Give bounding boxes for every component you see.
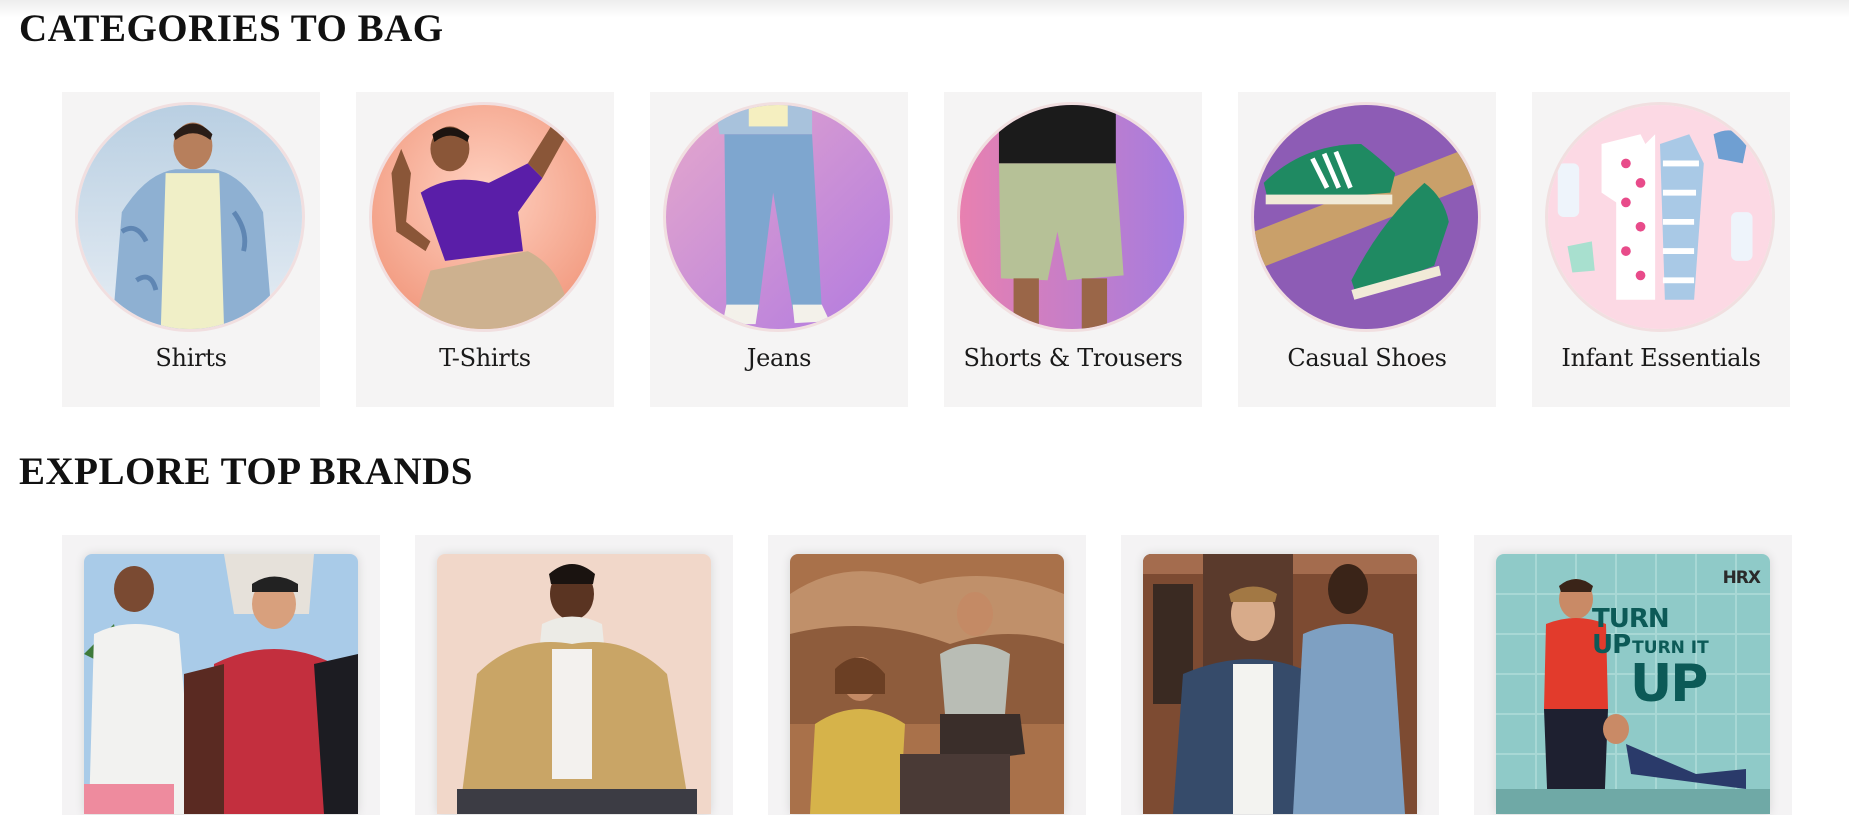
hrx-slogan-line3: UP [1630,654,1708,714]
brand-card-outdoor[interactable] [768,535,1086,815]
infant-photo [1545,102,1775,332]
category-card-jeans[interactable]: Jeans [650,92,908,407]
categories-row: Shirts T-Shirts Jeans Shorts & Trousers … [62,92,1790,407]
category-label: Shirts [155,344,227,372]
shoes-photo [1251,102,1481,332]
brand-card-denim[interactable] [1121,535,1439,815]
sportswear-brand-photo [84,554,358,814]
brand-card-sportswear[interactable] [62,535,380,815]
category-card-shirts[interactable]: Shirts [62,92,320,407]
hrx-logo: HRX [1722,568,1761,588]
brands-row: HRX TURN UP TURN IT UP [62,535,1792,815]
category-label: Jeans [746,344,812,372]
brands-section-title: EXPLORE TOP BRANDS [19,450,473,493]
category-card-infant-essentials[interactable]: Infant Essentials [1532,92,1790,407]
brand-card-casual-jacket[interactable] [415,535,733,815]
hrx-slogan-line2: UP [1592,630,1631,660]
category-card-shorts-trousers[interactable]: Shorts & Trousers [944,92,1202,407]
category-label: T-Shirts [439,344,531,372]
casual-jacket-brand-photo [437,554,711,814]
hrx-slogan-line1: TURN [1592,604,1670,634]
category-label: Shorts & Trousers [963,344,1183,372]
hrx-slogan: TURN UP TURN IT UP [1592,606,1712,710]
hrx-brand-photo: HRX TURN UP TURN IT UP [1496,554,1770,814]
jeans-photo [663,102,893,332]
category-label: Casual Shoes [1287,344,1447,372]
category-label: Infant Essentials [1561,344,1761,372]
brand-card-hrx[interactable]: HRX TURN UP TURN IT UP [1474,535,1792,815]
shirt-photo [75,102,305,332]
tshirt-photo [369,102,599,332]
categories-section-title: CATEGORIES TO BAG [19,7,444,50]
category-card-tshirts[interactable]: T-Shirts [356,92,614,407]
category-card-casual-shoes[interactable]: Casual Shoes [1238,92,1496,407]
denim-brand-photo [1143,554,1417,814]
outdoor-brand-photo [790,554,1064,814]
shorts-photo [957,102,1187,332]
